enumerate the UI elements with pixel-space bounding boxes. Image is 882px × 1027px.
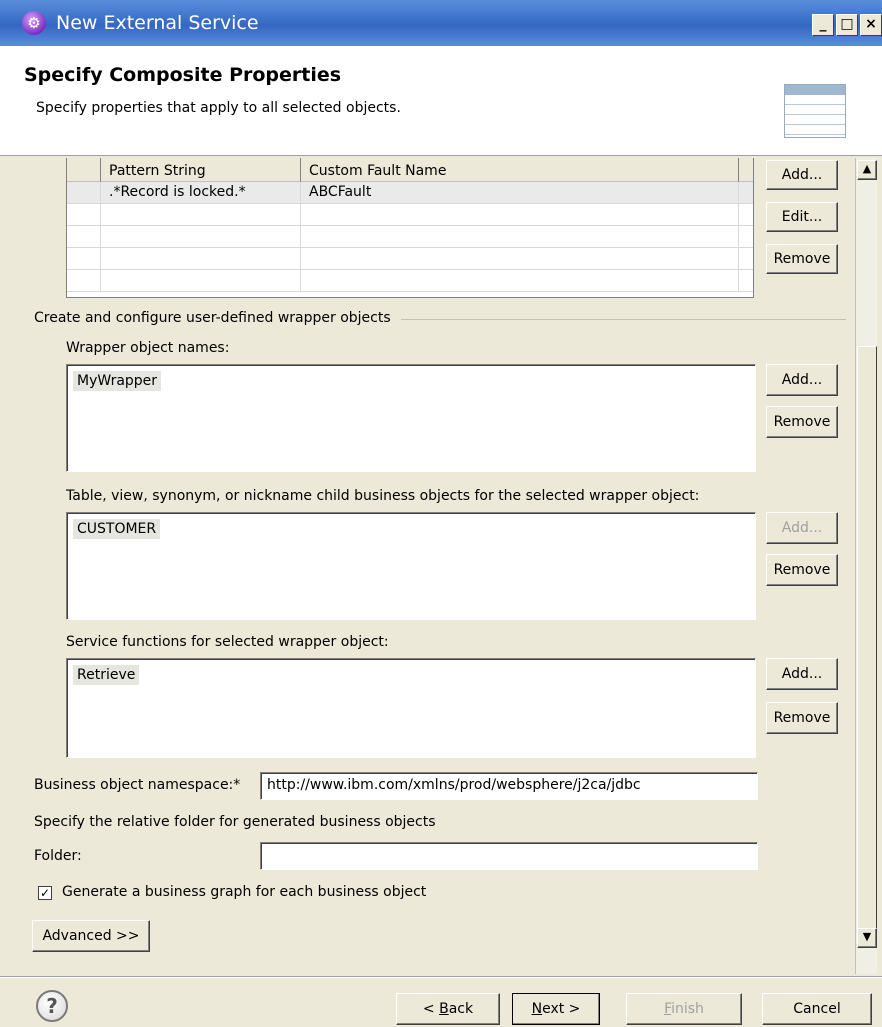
fault-add-button[interactable]: Add... [766,160,838,190]
window-title: New External Service [56,12,259,34]
help-icon[interactable]: ? [36,990,68,1022]
table-row[interactable]: .*Record is locked.* ABCFault [67,182,753,204]
fault-table[interactable]: Pattern String Custom Fault Name .*Recor… [66,158,754,298]
namespace-label: Business object namespace:* [34,777,241,793]
back-button[interactable]: < Back [396,993,500,1025]
wrapper-group-title: Create and configure user-defined wrappe… [34,310,401,326]
list-item[interactable]: Retrieve [73,665,140,685]
advanced-button[interactable]: Advanced >> [32,920,150,952]
service-functions-list[interactable]: Retrieve [66,658,756,758]
table-row[interactable] [67,226,753,248]
wrapper-add-button[interactable]: Add... [766,364,838,396]
function-remove-button[interactable]: Remove [766,702,838,734]
close-button[interactable]: × [860,14,882,36]
column-header-pattern[interactable]: Pattern String [101,158,301,182]
scroll-thumb[interactable] [857,346,877,948]
table-header-filler [739,158,753,182]
window-titlebar: ⚙ New External Service _ □ × [0,0,882,46]
row-marker [67,182,101,204]
generate-graph-label[interactable]: Generate a business graph for each busin… [62,884,426,900]
finish-button[interactable]: Finish [626,993,742,1025]
app-icon: ⚙ [22,11,46,35]
list-item[interactable]: CUSTOMER [73,519,161,539]
table-header-corner [67,158,101,182]
scroll-down-arrow-icon[interactable]: ▼ [857,928,877,948]
wizard-header: Specify Composite Properties Specify pro… [0,46,882,156]
fault-edit-button[interactable]: Edit... [766,202,838,232]
child-objects-list[interactable]: CUSTOMER [66,512,756,620]
generate-graph-checkbox[interactable]: ✓ [38,886,52,900]
table-row[interactable] [67,204,753,226]
folder-label: Folder: [34,848,82,864]
maximize-button[interactable]: □ [836,14,858,36]
namespace-input[interactable]: http://www.ibm.com/xmlns/prod/websphere/… [260,772,758,800]
footer-separator [0,976,882,978]
page-description: Specify properties that apply to all sel… [36,100,401,116]
vertical-scrollbar[interactable]: ▲ ▼ [855,158,877,974]
child-objects-label: Table, view, synonym, or nickname child … [66,488,700,504]
wrapper-names-list[interactable]: MyWrapper [66,364,756,472]
minimize-button[interactable]: _ [812,14,834,36]
pattern-cell[interactable]: .*Record is locked.* [101,182,301,204]
folder-input[interactable] [260,842,758,870]
function-add-button[interactable]: Add... [766,658,838,690]
column-header-fault[interactable]: Custom Fault Name [301,158,739,182]
scroll-up-arrow-icon[interactable]: ▲ [857,160,877,180]
fault-remove-button[interactable]: Remove [766,244,838,274]
wrapper-remove-button[interactable]: Remove [766,406,838,438]
wrapper-names-label: Wrapper object names: [66,340,230,356]
service-functions-label: Service functions for selected wrapper o… [66,634,389,650]
next-button[interactable]: Next > [512,993,600,1025]
fault-cell[interactable]: ABCFault [301,182,739,204]
list-item[interactable]: MyWrapper [73,371,162,391]
folder-instruction: Specify the relative folder for generate… [34,814,436,830]
page-title: Specify Composite Properties [24,64,342,86]
table-row[interactable] [67,248,753,270]
child-add-button[interactable]: Add... [766,512,838,544]
child-remove-button[interactable]: Remove [766,554,838,586]
table-row[interactable] [67,270,753,292]
table-wizard-icon [784,84,846,138]
cancel-button[interactable]: Cancel [762,993,872,1025]
